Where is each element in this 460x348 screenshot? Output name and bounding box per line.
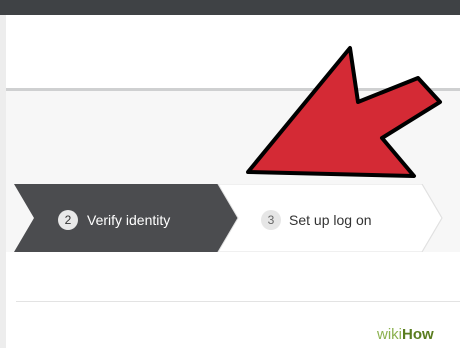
watermark-suffix: How <box>402 326 434 343</box>
watermark: wikiHow <box>372 324 439 346</box>
watermark-prefix: wiki <box>377 326 402 343</box>
pointer-arrow-icon <box>246 46 442 178</box>
